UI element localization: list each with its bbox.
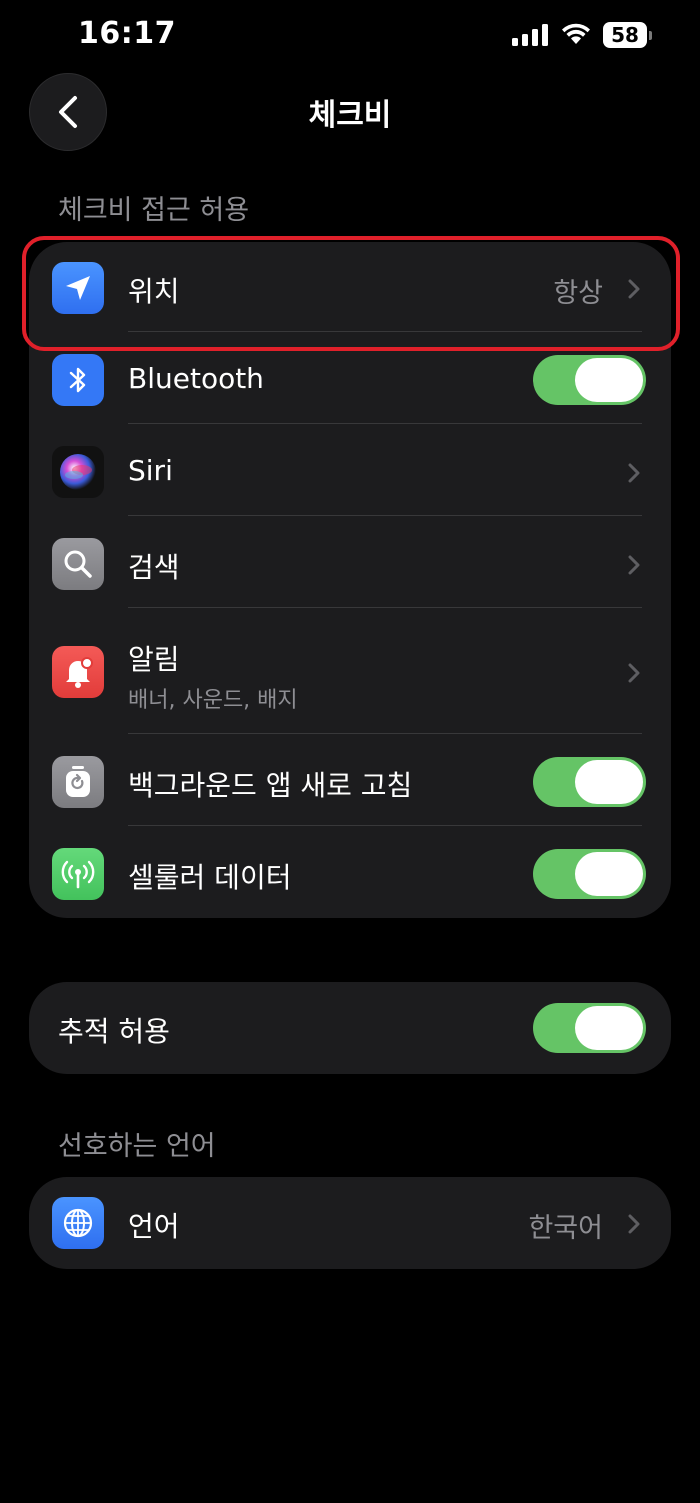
chevron-right-icon (628, 1214, 640, 1234)
wifi-icon (562, 23, 590, 44)
location-value: 항상 (553, 278, 603, 309)
chevron-right-icon (628, 463, 640, 483)
bluetooth-label: Bluetooth (128, 362, 264, 395)
page-title: 체크비 (308, 98, 392, 133)
bluetooth-icon (52, 354, 104, 406)
cellular-signal-icon (512, 24, 548, 46)
bluetooth-toggle[interactable] (533, 355, 646, 405)
chevron-right-icon (628, 663, 640, 683)
battery-icon: 58 (603, 22, 652, 48)
divider (128, 733, 642, 734)
access-settings-group: 위치 항상 Bluetooth Siri 검색 알림 배너, 사운드, 배지 백… (29, 242, 671, 918)
notifications-label: 알림 (128, 643, 180, 676)
cellular-data-row: 셀룰러 데이터 (29, 828, 671, 918)
tracking-label: 추적 허용 (58, 1015, 170, 1048)
divider (128, 825, 642, 826)
language-group: 언어 한국어 (29, 1177, 671, 1269)
search-icon (52, 538, 104, 590)
status-time: 16:17 (78, 16, 176, 51)
location-label: 위치 (128, 275, 180, 308)
notification-bell-icon (52, 646, 104, 698)
tracking-group: 추적 허용 (29, 982, 671, 1074)
notifications-row[interactable]: 알림 배너, 사운드, 배지 (29, 610, 671, 734)
search-row[interactable]: 검색 (29, 518, 671, 610)
background-refresh-toggle[interactable] (533, 757, 646, 807)
toggle-knob (575, 852, 643, 896)
search-label: 검색 (128, 551, 180, 584)
chevron-right-icon (628, 555, 640, 575)
chevron-right-icon (628, 279, 640, 299)
section-header-language: 선호하는 언어 (58, 1131, 216, 1162)
divider (128, 331, 642, 332)
tracking-row: 추적 허용 (29, 982, 671, 1074)
notifications-subtitle: 배너, 사운드, 배지 (128, 688, 298, 713)
section-header-access: 체크비 접근 허용 (58, 195, 250, 226)
cellular-data-label: 셀룰러 데이터 (128, 861, 292, 894)
location-arrow-icon (52, 262, 104, 314)
toggle-knob (575, 1006, 643, 1050)
siri-row[interactable]: Siri (29, 426, 671, 518)
toggle-knob (575, 358, 643, 402)
cellular-data-toggle[interactable] (533, 849, 646, 899)
bluetooth-row: Bluetooth (29, 334, 671, 426)
siri-label: Siri (128, 454, 173, 487)
status-bar: 16:17 58 (0, 0, 700, 70)
battery-level: 58 (603, 22, 647, 48)
siri-icon (52, 446, 104, 498)
divider (128, 423, 642, 424)
background-refresh-row: 백그라운드 앱 새로 고침 (29, 736, 671, 828)
tracking-toggle[interactable] (533, 1003, 646, 1053)
globe-icon (52, 1197, 104, 1249)
divider (128, 607, 642, 608)
language-value: 한국어 (528, 1213, 603, 1244)
background-refresh-icon (52, 756, 104, 808)
battery-tip (649, 31, 652, 40)
background-refresh-label: 백그라운드 앱 새로 고침 (128, 769, 413, 802)
language-row[interactable]: 언어 한국어 (29, 1177, 671, 1269)
location-row[interactable]: 위치 항상 (29, 242, 671, 334)
divider (128, 515, 642, 516)
language-label: 언어 (128, 1210, 180, 1243)
cellular-antenna-icon (52, 848, 104, 900)
toggle-knob (575, 760, 643, 804)
